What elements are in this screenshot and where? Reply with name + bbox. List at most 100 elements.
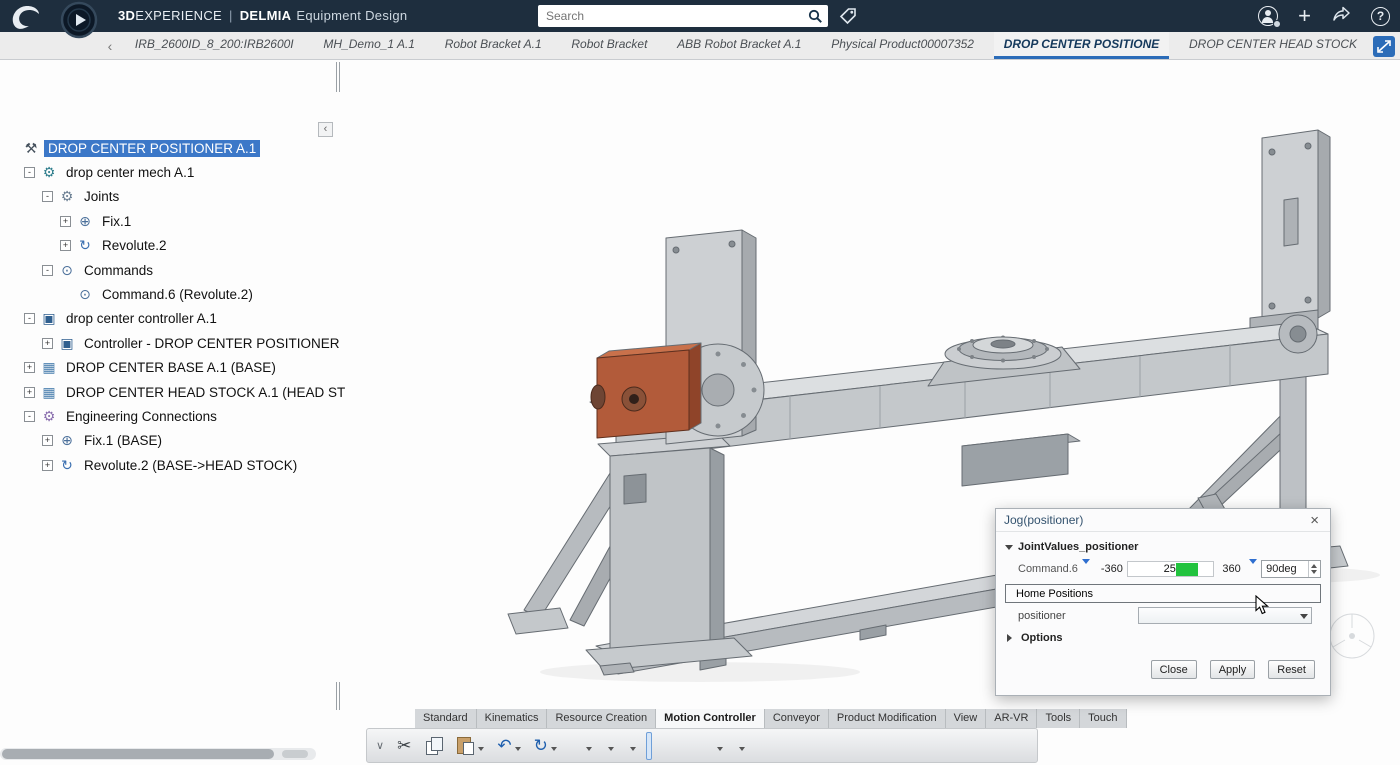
slider-thumb[interactable] xyxy=(1176,563,1198,576)
tree-item[interactable]: - ⚙ drop center mech A.1 xyxy=(6,160,349,184)
undo-icon[interactable]: ↶ xyxy=(494,732,523,760)
user-avatar-icon[interactable] xyxy=(1258,6,1278,26)
tree-item[interactable]: + ⊕ Fix.1 (BASE) xyxy=(6,429,349,453)
ribbon-tab[interactable]: Conveyor xyxy=(765,709,829,728)
tree-item[interactable]: + ⊕ Fix.1 xyxy=(6,209,349,233)
tree-item[interactable]: ⚒ DROP CENTER POSITIONER A.1 xyxy=(6,136,349,160)
cut-icon[interactable]: ✂ xyxy=(394,732,414,760)
options-section-header[interactable]: Options xyxy=(1005,628,1321,648)
spinner-arrows[interactable] xyxy=(1308,561,1320,577)
tree-node-label[interactable]: Command.6 (Revolute.2) xyxy=(98,286,257,303)
ribbon-tab[interactable]: Touch xyxy=(1080,709,1126,728)
tree-expander-icon[interactable]: - xyxy=(24,167,35,178)
tree-expander-icon[interactable]: + xyxy=(24,387,35,398)
share-icon[interactable] xyxy=(1331,5,1351,28)
document-tab[interactable]: Robot Bracket A.1 xyxy=(435,32,552,59)
dropdown-caret-icon[interactable] xyxy=(515,747,521,754)
tree-node-label[interactable]: DROP CENTER POSITIONER A.1 xyxy=(44,140,260,157)
motion-tool-8-icon[interactable] xyxy=(698,732,704,760)
tree-expander-icon[interactable]: + xyxy=(42,460,53,471)
positioner-dropdown[interactable] xyxy=(1138,607,1312,624)
tree-node-label[interactable]: Fix.1 xyxy=(98,213,135,230)
jog-mechanism-icon[interactable] xyxy=(646,732,652,760)
panel-collapse-icon[interactable]: ‹ xyxy=(318,122,333,137)
tree-expander-icon[interactable]: - xyxy=(24,411,35,422)
document-tab[interactable]: Robot Bracket xyxy=(561,32,657,59)
dropdown-caret-icon[interactable] xyxy=(717,747,723,754)
tree-node-label[interactable]: Engineering Connections xyxy=(62,408,221,425)
motion-tool-1-icon[interactable] xyxy=(567,732,573,760)
motion-tool-2-icon[interactable] xyxy=(580,732,595,760)
tree-expander-icon[interactable]: - xyxy=(24,313,35,324)
motion-tool-4-icon[interactable] xyxy=(624,732,639,760)
tree-node-label[interactable]: Revolute.2 (BASE->HEAD STOCK) xyxy=(80,457,301,474)
dropdown-caret-icon[interactable] xyxy=(478,747,484,754)
tree-expander-icon[interactable]: + xyxy=(42,435,53,446)
step-angle-spinbox[interactable]: 90deg xyxy=(1261,560,1321,578)
horizontal-scrollbar[interactable] xyxy=(0,748,316,760)
tree-item[interactable]: + ↻ Revolute.2 xyxy=(6,234,349,258)
tree-node-label[interactable]: Controller - DROP CENTER POSITIONER xyxy=(80,335,344,352)
dropdown-caret-icon[interactable] xyxy=(1297,609,1311,623)
compass-play-button[interactable] xyxy=(60,1,98,39)
motion-tool-5-icon[interactable] xyxy=(659,732,665,760)
step-angle-value[interactable]: 90deg xyxy=(1262,561,1308,577)
tree-item[interactable]: - ⚙ Joints xyxy=(6,185,349,209)
panel-splitter-bottom[interactable] xyxy=(336,682,340,710)
close-icon[interactable]: × xyxy=(1307,514,1322,527)
dropdown-caret-icon[interactable] xyxy=(608,747,614,754)
dropdown-caret-icon[interactable] xyxy=(586,747,592,754)
ribbon-tab[interactable]: Product Modification xyxy=(829,709,946,728)
panel-splitter-top[interactable] xyxy=(336,62,340,92)
tree-expander-icon[interactable]: + xyxy=(42,338,53,349)
dropdown-caret-icon[interactable] xyxy=(551,747,557,754)
tag-icon[interactable] xyxy=(838,6,860,26)
ribbon-tab[interactable]: AR-VR xyxy=(986,709,1037,728)
add-content-button[interactable]: + xyxy=(1298,6,1311,26)
reset-button[interactable]: Reset xyxy=(1268,660,1315,679)
tree-expander-icon[interactable]: + xyxy=(24,362,35,373)
motion-tool-9-icon[interactable] xyxy=(711,732,726,760)
ribbon-tab[interactable]: Standard xyxy=(415,709,477,728)
motion-tool-7-icon[interactable] xyxy=(685,732,691,760)
ribbon-tab[interactable]: View xyxy=(946,709,987,728)
tree-item[interactable]: + ▦ DROP CENTER BASE A.1 (BASE) xyxy=(6,356,349,380)
tree-item[interactable]: + ▦ DROP CENTER HEAD STOCK A.1 (HEAD ST xyxy=(6,380,349,404)
tree-node-label[interactable]: DROP CENTER BASE A.1 (BASE) xyxy=(62,359,280,376)
ribbon-tab[interactable]: Motion Controller xyxy=(656,709,765,728)
motion-tool-3-icon[interactable] xyxy=(602,732,617,760)
search-icon[interactable] xyxy=(802,5,828,27)
joint-slider[interactable]: 25 xyxy=(1127,561,1214,577)
ribbon-tab[interactable]: Tools xyxy=(1037,709,1080,728)
paste-icon[interactable] xyxy=(453,732,487,760)
tree-node-label[interactable]: DROP CENTER HEAD STOCK A.1 (HEAD ST xyxy=(62,384,349,401)
tree-node-label[interactable]: drop center mech A.1 xyxy=(62,164,198,181)
tree-node-label[interactable]: Joints xyxy=(80,188,123,205)
tree-expander-icon[interactable]: - xyxy=(42,191,53,202)
home-positions-section-header[interactable]: Home Positions xyxy=(1005,584,1321,603)
ribbon-tab[interactable]: Kinematics xyxy=(477,709,548,728)
tree-item[interactable]: - ⚙ Engineering Connections xyxy=(6,404,349,428)
tree-item[interactable]: + ↻ Revolute.2 (BASE->HEAD STOCK) xyxy=(6,453,349,477)
tree-node-label[interactable]: Commands xyxy=(80,262,157,279)
dropdown-caret-icon[interactable] xyxy=(630,747,636,754)
help-icon[interactable]: ? xyxy=(1371,7,1390,26)
search-input[interactable] xyxy=(538,5,802,27)
document-tab[interactable]: ABB Robot Bracket A.1 xyxy=(667,32,811,59)
tree-expander-icon[interactable]: - xyxy=(42,265,53,276)
apply-button[interactable]: Apply xyxy=(1210,660,1256,679)
maximize-icon[interactable] xyxy=(1373,36,1395,57)
document-tab[interactable]: MH_Demo_1 A.1 xyxy=(313,32,425,59)
motion-tool-6-icon[interactable] xyxy=(672,732,678,760)
tree-expander-icon[interactable]: + xyxy=(60,240,71,251)
tree-node-label[interactable]: drop center controller A.1 xyxy=(62,310,221,327)
scrollbar-handle[interactable] xyxy=(2,749,274,759)
tree-item[interactable]: + ▣ Controller - DROP CENTER POSITIONER xyxy=(6,331,349,355)
jog-dialog-titlebar[interactable]: Jog(positioner) × xyxy=(996,509,1330,532)
document-tab[interactable]: IRB_2600ID_8_200:IRB2600I xyxy=(125,32,304,59)
tree-item[interactable]: ⊙ Command.6 (Revolute.2) xyxy=(6,282,349,306)
document-tab[interactable]: DROP CENTER HEAD STOCK xyxy=(1179,32,1367,59)
dropdown-caret-icon[interactable] xyxy=(739,747,745,754)
toolbar-overflow-icon[interactable]: ∨ xyxy=(373,732,387,760)
document-tab[interactable]: DROP CENTER POSITIONE xyxy=(994,32,1170,59)
